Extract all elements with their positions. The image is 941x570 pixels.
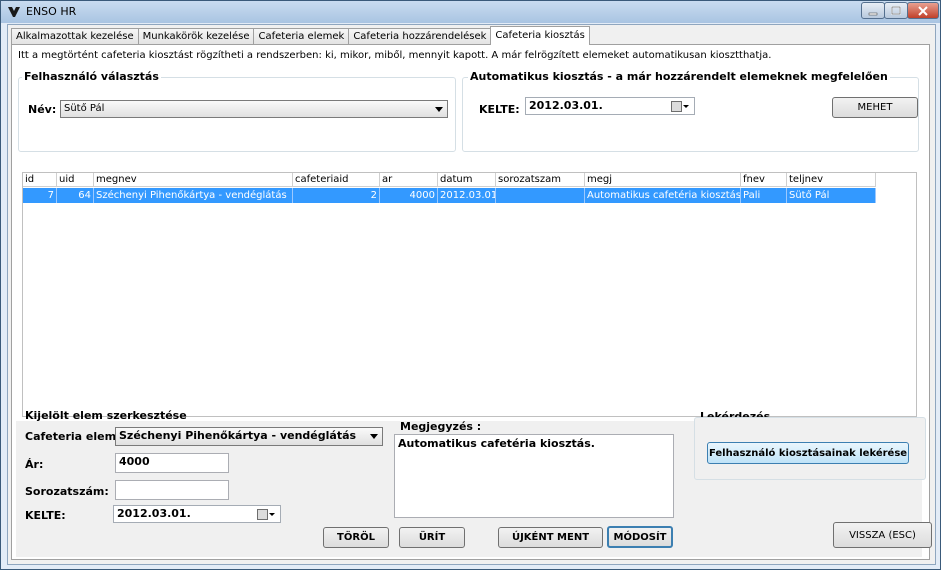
- name-label: Név:: [28, 103, 57, 116]
- note-label: Megjegyzés :: [400, 420, 482, 433]
- cell-id: 7: [23, 188, 57, 203]
- minimize-icon: [868, 12, 878, 15]
- tab-page-distribution: Itt a megtörtént cafeteria kiosztást rög…: [11, 44, 932, 560]
- cell-uid: 64: [57, 188, 94, 203]
- cell-fnev: Pali: [741, 188, 787, 203]
- window-title: ENSO HR: [26, 5, 77, 18]
- column-header-fnev[interactable]: fnev: [741, 173, 787, 187]
- user-select-title: Felhasználó választás: [22, 70, 161, 83]
- distribution-grid: id uid megnev cafeteriaid ar datum soroz…: [22, 172, 917, 417]
- column-header-cafeteriaid[interactable]: cafeteriaid: [293, 173, 380, 187]
- minimize-button[interactable]: [861, 2, 885, 19]
- auto-date-value: 2012.03.01.: [529, 99, 603, 112]
- client-area: Alkalmazottak kezelése Munkakörök kezelé…: [7, 24, 936, 565]
- cell-sorozatszam: [496, 188, 585, 203]
- serial-label: Sorozatszám:: [25, 485, 109, 498]
- serial-input[interactable]: [115, 480, 229, 500]
- edit-date-value: 2012.03.01.: [117, 507, 191, 520]
- note-textarea[interactable]: Automatikus cafetéria kiosztás.: [394, 434, 674, 518]
- column-header-megj[interactable]: megj: [585, 173, 741, 187]
- go-button[interactable]: MEHET: [832, 97, 918, 118]
- tab-cafeteria-assignments[interactable]: Cafeteria hozzárendelések: [348, 28, 492, 45]
- chevron-down-icon: [683, 105, 689, 108]
- edit-date-label: KELTE:: [25, 509, 66, 522]
- table-row[interactable]: 7 64 Széchenyi Pihenőkártya - vendéglátá…: [23, 188, 876, 203]
- save-new-button[interactable]: ÚJKÉNT MENT: [498, 527, 603, 548]
- column-header-id[interactable]: id: [23, 173, 57, 187]
- price-input[interactable]: 4000: [115, 453, 229, 473]
- edit-date-picker[interactable]: 2012.03.01.: [113, 505, 281, 523]
- name-select[interactable]: Sütő Pál: [60, 100, 448, 118]
- tab-cafeteria-items[interactable]: Cafeteria elemek: [253, 28, 350, 45]
- cafeteria-item-label: Cafeteria elem:: [25, 430, 121, 443]
- price-label: Ár:: [25, 458, 44, 471]
- chevron-down-icon: [269, 513, 275, 516]
- auto-date-label: KELTE:: [479, 103, 520, 116]
- tab-bar: Alkalmazottak kezelése Munkakörök kezelé…: [11, 26, 590, 45]
- cell-megnev: Széchenyi Pihenőkártya - vendéglátás: [94, 188, 293, 203]
- column-header-uid[interactable]: uid: [57, 173, 94, 187]
- tab-employees[interactable]: Alkalmazottak kezelése: [11, 28, 139, 45]
- cell-cafeteriaid: 2: [293, 188, 380, 203]
- grid-header: id uid megnev cafeteriaid ar datum soroz…: [23, 173, 876, 187]
- chevron-down-icon: [370, 434, 378, 439]
- column-header-sorozatszam[interactable]: sorozatszam: [496, 173, 585, 187]
- calendar-icon: [257, 509, 268, 520]
- query-user-distributions-button[interactable]: Felhasználó kiosztásainak lekérése: [707, 442, 909, 464]
- cell-megj: Automatikus cafetéria kiosztás.: [587, 188, 741, 203]
- back-button[interactable]: VISSZA (ESC): [833, 522, 932, 548]
- maximize-button[interactable]: [884, 2, 908, 19]
- chevron-down-icon: [435, 107, 443, 112]
- column-header-ar[interactable]: ar: [380, 173, 438, 187]
- modify-button[interactable]: MÓDOSÍT: [607, 526, 673, 548]
- cell-teljnev: Sütő Pál: [787, 188, 876, 203]
- cafeteria-item-select[interactable]: Széchenyi Pihenőkártya - vendéglátás: [115, 427, 383, 446]
- name-select-value: Sütő Pál: [64, 103, 105, 114]
- tab-positions[interactable]: Munkakörök kezelése: [137, 28, 255, 45]
- info-text: Itt a megtörtént cafeteria kiosztást rög…: [18, 50, 772, 61]
- auto-date-picker[interactable]: 2012.03.01.: [525, 97, 695, 115]
- app-window: ENSO HR Alkalmazottak kezelése Munkakörö…: [0, 0, 941, 570]
- title-bar[interactable]: ENSO HR: [1, 1, 940, 23]
- cell-ar: 4000: [380, 188, 438, 203]
- maximize-icon: [891, 5, 901, 15]
- app-logo-icon: [8, 7, 20, 17]
- column-header-megnev[interactable]: megnev: [94, 173, 293, 187]
- close-icon: [918, 5, 928, 16]
- tab-cafeteria-distribution[interactable]: Cafeteria kiosztás: [490, 26, 590, 45]
- cafeteria-item-value: Széchenyi Pihenőkártya - vendéglátás: [119, 429, 357, 442]
- cell-datum: 2012.03.01.: [440, 188, 496, 203]
- clear-button[interactable]: ÜRÍT: [399, 527, 465, 548]
- column-header-teljnev[interactable]: teljnev: [787, 173, 876, 187]
- delete-button[interactable]: TÖRÖL: [323, 527, 389, 548]
- calendar-icon: [671, 101, 682, 112]
- close-window-button[interactable]: [907, 2, 939, 19]
- column-header-datum[interactable]: datum: [438, 173, 496, 187]
- auto-assign-title: Automatikus kiosztás - a már hozzárendel…: [468, 70, 890, 83]
- editor-title: Kijelölt elem szerkesztése: [25, 409, 187, 422]
